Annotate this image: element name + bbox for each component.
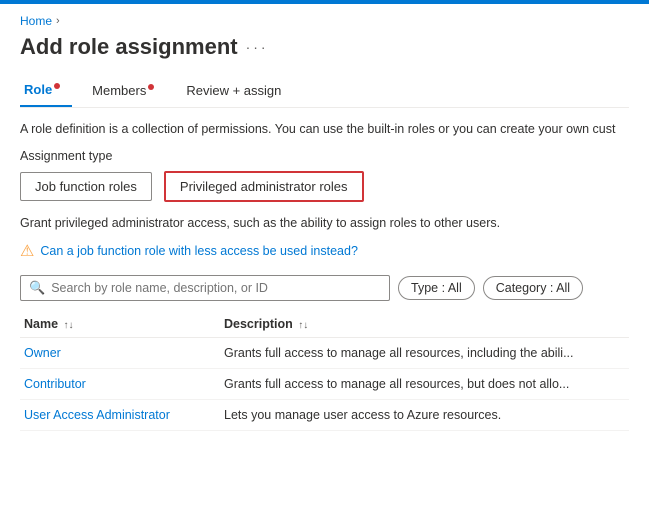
role-type-buttons: Job function roles Privileged administra… xyxy=(20,171,629,202)
tab-role-dot xyxy=(54,83,60,89)
tab-members[interactable]: Members xyxy=(88,75,166,106)
name-column-header[interactable]: Name ↑↓ xyxy=(24,317,224,331)
grant-text: Grant privileged administrator access, s… xyxy=(20,214,629,233)
row-contributor-name[interactable]: Contributor xyxy=(24,377,224,391)
page-title-text: Add role assignment xyxy=(20,34,238,60)
search-filter-row: 🔍 Type : All Category : All xyxy=(20,275,629,301)
page-title: Add role assignment ··· xyxy=(20,34,629,60)
table-row: User Access Administrator Lets you manag… xyxy=(20,400,629,431)
tabs-container: Role Members Review + assign xyxy=(20,74,629,108)
warning-icon: ⚠ xyxy=(20,241,34,261)
row-contributor-desc: Grants full access to manage all resourc… xyxy=(224,377,625,391)
job-function-role-btn[interactable]: Job function roles xyxy=(20,172,152,201)
row-uaa-desc: Lets you manage user access to Azure res… xyxy=(224,408,625,422)
tab-review[interactable]: Review + assign xyxy=(182,75,293,106)
search-box-container: 🔍 xyxy=(20,275,390,301)
search-input[interactable] xyxy=(51,281,381,295)
row-owner-desc: Grants full access to manage all resourc… xyxy=(224,346,625,360)
row-owner-name[interactable]: Owner xyxy=(24,346,224,360)
search-icon: 🔍 xyxy=(29,280,45,296)
tab-role-label: Role xyxy=(24,82,52,97)
desc-sort-icon: ↑↓ xyxy=(298,320,308,331)
name-sort-icon: ↑↓ xyxy=(64,320,74,331)
privileged-admin-role-btn[interactable]: Privileged administrator roles xyxy=(164,171,364,202)
table-header: Name ↑↓ Description ↑↓ xyxy=(20,311,629,338)
category-filter-btn[interactable]: Category : All xyxy=(483,276,583,300)
table-row: Contributor Grants full access to manage… xyxy=(20,369,629,400)
description-text: A role definition is a collection of per… xyxy=(20,120,629,139)
desc-header-label: Description xyxy=(224,317,293,331)
breadcrumb: Home › xyxy=(20,14,629,28)
tab-role[interactable]: Role xyxy=(20,74,72,107)
assignment-type-label: Assignment type xyxy=(20,149,629,163)
breadcrumb-separator: › xyxy=(56,15,60,27)
breadcrumb-home[interactable]: Home xyxy=(20,14,52,28)
warning-text[interactable]: Can a job function role with less access… xyxy=(40,244,358,258)
row-uaa-name[interactable]: User Access Administrator xyxy=(24,408,224,422)
warning-box: ⚠ Can a job function role with less acce… xyxy=(20,241,629,261)
tab-review-label: Review + assign xyxy=(186,83,281,98)
tab-members-dot xyxy=(148,84,154,90)
desc-column-header[interactable]: Description ↑↓ xyxy=(224,317,625,331)
table-row: Owner Grants full access to manage all r… xyxy=(20,338,629,369)
page-title-ellipsis[interactable]: ··· xyxy=(246,39,269,55)
name-header-label: Name xyxy=(24,317,58,331)
description-main: A role definition is a collection of per… xyxy=(20,122,615,136)
type-filter-btn[interactable]: Type : All xyxy=(398,276,475,300)
tab-members-label: Members xyxy=(92,83,146,98)
